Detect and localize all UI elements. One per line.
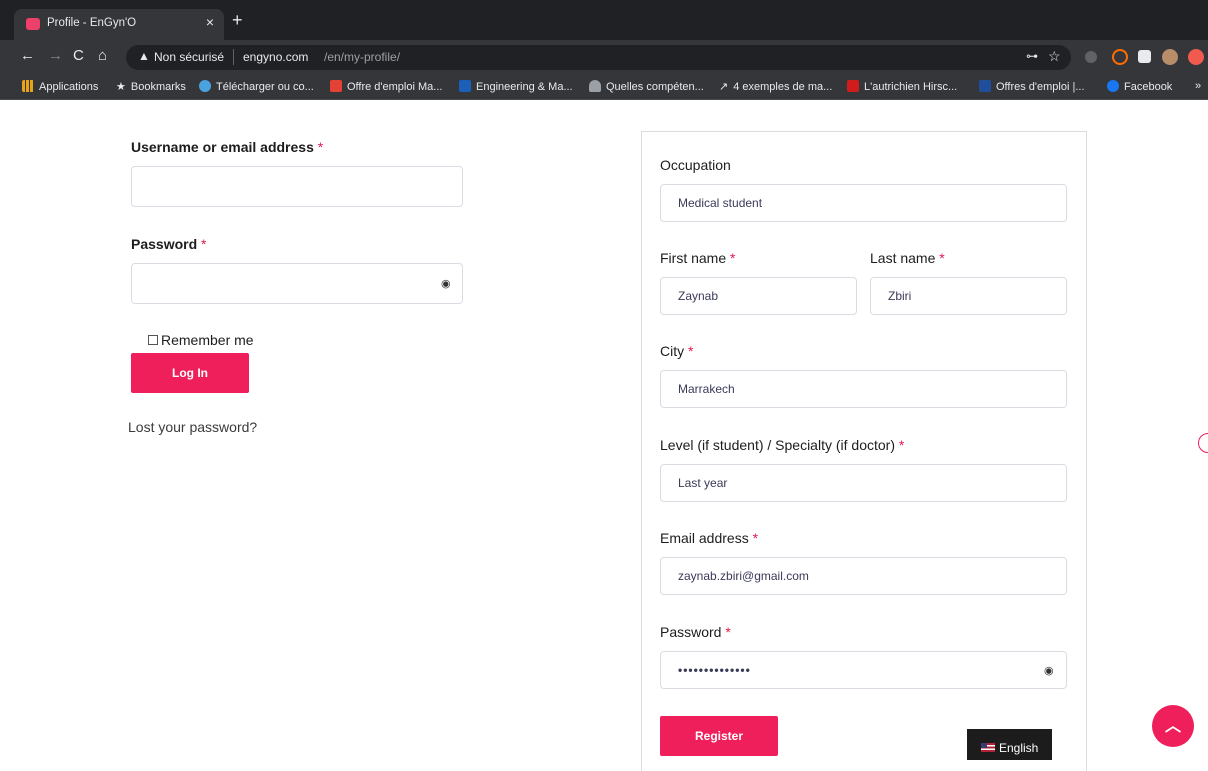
tab-title: Profile - EnGyn'O — [47, 17, 137, 29]
back-icon[interactable]: ← — [20, 47, 35, 64]
url-host: engyno.com — [243, 50, 309, 64]
puzzle-icon[interactable] — [1138, 50, 1151, 63]
bookmark-item[interactable]: Offre d'emploi Ma... — [330, 80, 442, 93]
bookmark-item[interactable]: ★ Bookmarks — [116, 80, 186, 93]
bookmark-star-icon[interactable]: ☆ — [1048, 48, 1061, 65]
new-tab-button[interactable]: + — [232, 10, 243, 31]
browser-tab-strip: Profile - EnGyn'O × + — [0, 0, 1208, 40]
url-path: /en/my-profile/ — [324, 50, 401, 64]
remember-checkbox[interactable] — [148, 335, 158, 345]
password-input[interactable] — [131, 263, 463, 304]
address-separator — [233, 49, 234, 65]
remember-me[interactable]: Remember me — [148, 332, 254, 348]
show-password-eye-icon[interactable]: ◉ — [441, 277, 451, 290]
update-icon[interactable] — [1188, 49, 1204, 65]
username-input[interactable] — [131, 166, 463, 207]
key-icon[interactable]: ⊶ — [1026, 49, 1038, 63]
bookmarks-bar: Applications ★ Bookmarks Télécharger ou c… — [0, 74, 1208, 100]
first-name-label: First name * — [660, 250, 736, 266]
password-label: Password * — [131, 236, 207, 252]
occupation-input[interactable]: Medical student — [660, 184, 1067, 222]
city-input[interactable]: Marrakech — [660, 370, 1067, 408]
bookmark-item[interactable]: Applications — [22, 80, 98, 93]
page-content: Username or email address * Password * ◉… — [0, 100, 1208, 771]
bookmark-item[interactable]: Facebook — [1107, 80, 1172, 93]
register-button[interactable]: Register — [660, 716, 778, 756]
register-show-password-eye-icon[interactable]: ◉ — [1044, 664, 1054, 677]
level-label: Level (if student) / Specialty (if docto… — [660, 437, 905, 453]
bookmark-item[interactable]: Quelles compéten... — [589, 80, 704, 93]
tab-close-icon[interactable]: × — [206, 14, 214, 30]
reload-icon[interactable]: C — [73, 47, 84, 64]
us-flag-icon — [981, 743, 995, 752]
browser-toolbar: ← → C ⌂ ▲ Non sécurisé engyno.com /en/my… — [0, 40, 1208, 74]
p-icon — [979, 80, 991, 92]
last-name-label: Last name * — [870, 250, 945, 266]
forward-icon[interactable]: → — [48, 47, 63, 64]
username-label: Username or email address * — [131, 139, 324, 155]
city-label: City * — [660, 343, 694, 359]
address-bar[interactable]: ▲ Non sécurisé engyno.com /en/my-profile… — [126, 45, 1071, 70]
download-site-icon — [199, 80, 211, 92]
star-icon: ★ — [116, 81, 126, 93]
first-name-input[interactable]: Zaynab — [660, 277, 857, 315]
warning-icon: ▲ — [138, 49, 150, 63]
apps-grid-icon — [22, 80, 34, 92]
arrow-icon: ↗ — [719, 81, 729, 93]
un-icon — [847, 80, 859, 92]
language-switcher[interactable]: English — [967, 729, 1052, 760]
occupation-label: Occupation — [660, 157, 731, 173]
chevron-up-icon: ︿ — [1164, 718, 1181, 735]
profile-avatar[interactable] — [1162, 49, 1178, 65]
register-password-label: Password * — [660, 624, 731, 640]
browser-tab[interactable]: Profile - EnGyn'O × — [14, 9, 224, 40]
email-label: Email address * — [660, 530, 759, 546]
last-name-input[interactable]: Zbiri — [870, 277, 1067, 315]
bookmark-item[interactable]: ↗ 4 exemples de ma... — [719, 80, 832, 93]
bookmark-item[interactable]: Offres d'emploi |... — [979, 80, 1085, 93]
site-favicon-icon — [26, 18, 40, 30]
email-input[interactable]: zaynab.zbiri@gmail.com — [660, 557, 1067, 595]
login-button[interactable]: Log In — [131, 353, 249, 393]
adobe-icon — [330, 80, 342, 92]
bookmarks-overflow-icon[interactable]: » — [1195, 80, 1201, 92]
extension-orange-icon[interactable] — [1112, 49, 1128, 65]
scroll-to-top-button[interactable]: ︿ — [1152, 705, 1194, 747]
home-icon[interactable]: ⌂ — [98, 47, 107, 64]
mp-icon — [459, 80, 471, 92]
register-password-input[interactable]: •••••••••••••• — [660, 651, 1067, 689]
side-widget-icon[interactable] — [1198, 433, 1208, 453]
level-input[interactable]: Last year — [660, 464, 1067, 502]
bookmark-item[interactable]: Engineering & Ma... — [459, 80, 573, 93]
facebook-icon — [1107, 80, 1119, 92]
mountain-icon — [589, 80, 601, 92]
bookmark-item[interactable]: Télécharger ou co... — [199, 80, 314, 93]
extension-icon[interactable] — [1085, 51, 1097, 63]
lost-password-link[interactable]: Lost your password? — [128, 419, 257, 435]
security-label[interactable]: Non sécurisé — [154, 50, 224, 64]
bookmark-item[interactable]: L'autrichien Hirsc... — [847, 80, 957, 93]
